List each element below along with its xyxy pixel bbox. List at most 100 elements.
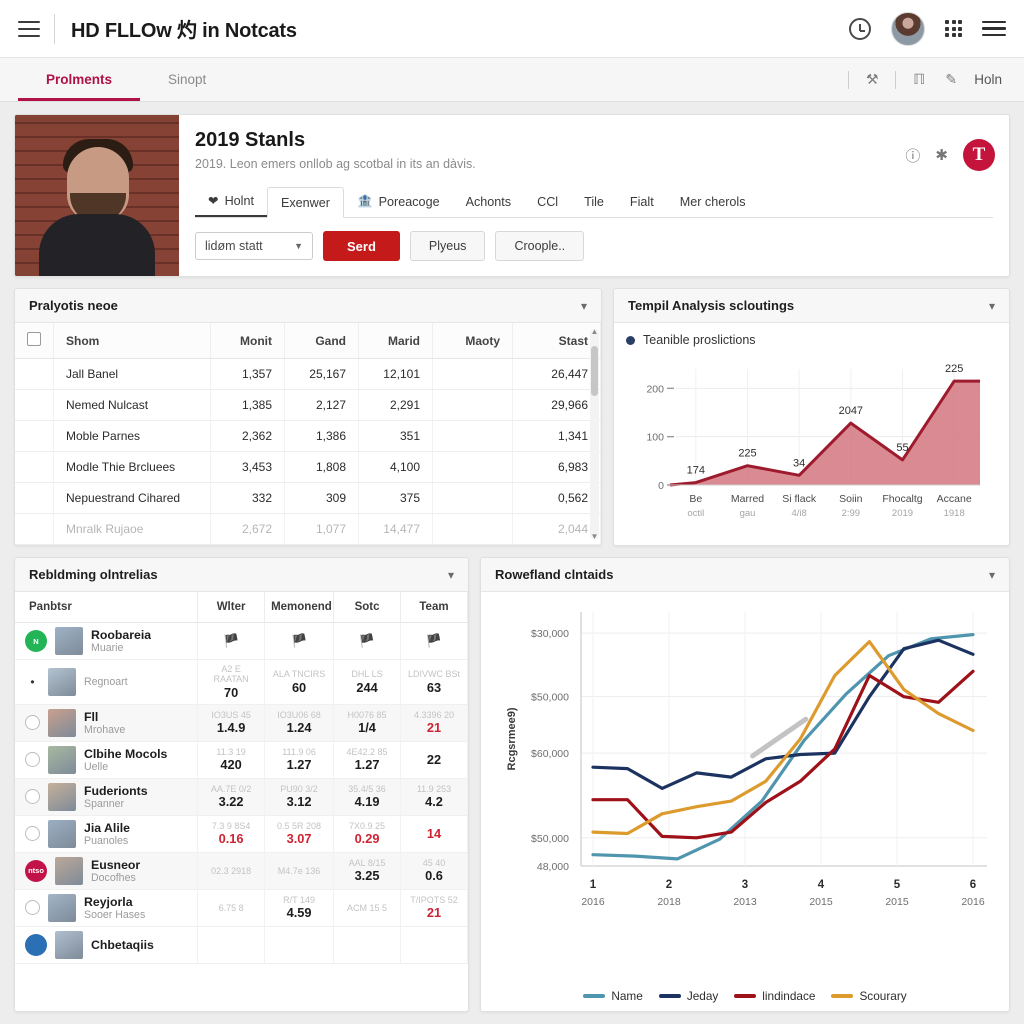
col-gand[interactable]: Gand — [284, 323, 359, 359]
legend-item-jeday[interactable]: Jeday — [658, 989, 718, 1003]
row-radio[interactable] — [25, 715, 40, 731]
metric-cell-2: 🏴 — [264, 622, 335, 660]
hero-tab-fialt[interactable]: Fialt — [617, 186, 667, 217]
table-row[interactable]: Moble Parnes 2,362 1,386 351 1,341 — [15, 420, 601, 452]
row-status-badge[interactable] — [25, 933, 47, 956]
col-stast[interactable]: Stast — [512, 323, 601, 359]
select-all-checkbox[interactable] — [27, 332, 41, 346]
cell-monit: 2,672 — [210, 513, 285, 545]
table-row[interactable]: Reyjorla Sooer Hases 6.75 8 R/T 149 4.59 ACM … — [15, 889, 468, 927]
legend-label: Scourary — [859, 989, 907, 1003]
select-all-header — [15, 323, 54, 359]
clock-icon[interactable] — [849, 17, 871, 40]
chevron-down-icon[interactable]: ▾ — [989, 568, 995, 582]
x-tick-label: 1 — [590, 879, 597, 891]
lines-chart-svg[interactable]: 48,000 $50,000 $60,000 $50,000 $30,000 Rcgsrm… — [489, 598, 1001, 920]
apps-grid-icon[interactable] — [945, 20, 962, 37]
metric-cell-3: H0076 85 1/4 — [333, 704, 401, 742]
legend-label: Teanible proslictions — [643, 333, 756, 347]
x-tick-sublabel: 2019 — [892, 508, 913, 519]
team-badge[interactable]: T — [963, 139, 995, 171]
table-row[interactable]: Nepuestrand Cihared 332 309 375 0,562 — [15, 482, 601, 514]
hero-tab-poreacoge[interactable]: 🏦 Poreacoge — [344, 186, 453, 217]
col-monit[interactable]: Monit — [210, 323, 285, 359]
rebuilding-table-scroll[interactable]: Panbtsr Wlter Memonend Sotc Team N Roobar… — [15, 592, 468, 1011]
send-button[interactable]: Serd — [323, 231, 400, 261]
col-wlter[interactable]: Wlter — [197, 592, 266, 623]
info-icon[interactable]: ⓘ — [905, 145, 920, 166]
hero-tab-ccl[interactable]: CCl — [524, 186, 571, 217]
table-row[interactable]: N Roobareia Muarie 🏴 🏴 🏴 🏴 — [15, 622, 468, 660]
scrollbar-thumb[interactable] — [591, 345, 598, 397]
cell-marid: 12,101 — [358, 358, 433, 390]
table-row[interactable]: • Regnoart A2 E RAATAN 70 ALA TNCIRS 60 DHL LS… — [15, 659, 468, 705]
plyeus-button[interactable]: Plyeus — [409, 231, 486, 261]
lines-chart-body: 48,000 $50,000 $60,000 $50,000 $30,000 Rcgsrm… — [481, 592, 1009, 986]
croople-button[interactable]: Croople.. — [495, 231, 585, 261]
row-radio[interactable] — [25, 752, 40, 768]
col-sotc[interactable]: Sotc — [333, 592, 401, 623]
table-row[interactable]: Fuderionts Spanner AA.7E 0/2 3.22 PU90 3/2 3.… — [15, 778, 468, 816]
row-radio[interactable] — [25, 789, 40, 805]
legend-item-lindindace[interactable]: lindindace — [734, 989, 815, 1003]
tab-prolments[interactable]: Prolments — [18, 58, 141, 101]
table-row[interactable]: Nemed Nulcast 1,385 2,127 2,291 29,966 — [15, 389, 601, 421]
legend-item-scourary[interactable]: Scourary — [831, 989, 907, 1003]
col-memonend[interactable]: Memonend — [264, 592, 335, 623]
area-chart-svg[interactable]: 0 100 200 174 225 34 2047 55 225 Be octil Marred gau… — [626, 347, 988, 537]
legend-item-name[interactable]: Name — [583, 989, 643, 1003]
row-status-badge[interactable]: N — [25, 630, 47, 652]
data-point-label: 225 — [738, 448, 756, 460]
scroll-down-icon[interactable]: ▼ — [590, 532, 599, 541]
area-chart-legend: Teanible proslictions — [626, 333, 997, 347]
row-radio[interactable] — [25, 900, 40, 916]
col-maoty[interactable]: Maoty — [432, 323, 513, 359]
filter-select[interactable]: lidøm statt ▼ — [195, 232, 313, 260]
asterisk-icon[interactable]: ✱ — [935, 146, 948, 164]
user-avatar[interactable] — [891, 11, 925, 46]
players-table-scrollbar[interactable]: ▲ ▼ — [590, 327, 599, 541]
chevron-down-icon[interactable]: ▾ — [448, 568, 454, 582]
table-row[interactable]: Jall Banel 1,357 25,167 12,101 26,447 — [15, 358, 601, 390]
chevron-down-icon[interactable]: ▾ — [989, 299, 995, 313]
metric-sublabel: 45 40 — [422, 858, 446, 869]
pin-icon[interactable]: ℿ — [910, 71, 928, 88]
wrench-icon[interactable]: ⚒ — [863, 71, 881, 88]
col-shom[interactable]: Shom — [53, 323, 211, 359]
tab-sinopt[interactable]: Sinopt — [140, 58, 234, 101]
col-team[interactable]: Team — [400, 592, 468, 623]
players-table-scroll[interactable]: Shom Monit Gand Marid Maoty Stast Jall B… — [15, 323, 601, 545]
col-panbtsr[interactable]: Panbtsr — [15, 592, 199, 623]
hero-tab-exenwer[interactable]: Exenwer — [266, 187, 344, 218]
more-menu-icon[interactable] — [982, 20, 1006, 37]
table-row[interactable]: Clbihe Mocols Uelle 11.3 19 420 111.9 06 1.27… — [15, 741, 468, 779]
x-tick-label: Soiin — [839, 493, 863, 505]
player-cell: Fll Mrohave — [15, 704, 199, 742]
row-radio[interactable] — [25, 826, 40, 842]
col-marid[interactable]: Marid — [358, 323, 433, 359]
hero-tab-tile[interactable]: Tile — [571, 186, 617, 217]
scroll-up-icon[interactable]: ▲ — [590, 327, 599, 336]
table-row[interactable]: Jia Alile Puanoles 7.3 9 8S4 0.16 0.5 5R 208… — [15, 815, 468, 853]
hero-tab-mer-cherols[interactable]: Mer cherols — [667, 186, 759, 217]
hero-tab-achonts[interactable]: Achonts — [453, 186, 525, 217]
table-row[interactable]: Mnralk Rujaoe 2,672 1,077 14,477 2,044 — [15, 513, 601, 545]
row-icon-cell — [15, 451, 54, 483]
table-row[interactable]: ntso Eusneor Docofhes 02.3 2918 M4.7e 136 AAL… — [15, 852, 468, 890]
hero-tab-holnt[interactable]: ❤ Holnt — [195, 186, 267, 217]
row-status-badge[interactable]: ntso — [25, 859, 47, 882]
player-photo — [15, 115, 179, 276]
metric-value: 4.2 — [425, 794, 443, 810]
tabstrip-help-label[interactable]: Holn — [974, 72, 1002, 87]
row-dot-icon: • — [30, 674, 35, 689]
metric-sublabel: 11.9 253 — [416, 784, 452, 795]
chevron-down-icon[interactable]: ▾ — [581, 299, 587, 313]
table-row[interactable]: Fll Mrohave IO3US 45 1.4.9 IO3U06 68 1.24 H007… — [15, 704, 468, 742]
table-row[interactable]: Chbetaqiis — [15, 926, 468, 964]
avatar — [55, 930, 83, 959]
pencil-icon[interactable]: ✎ — [942, 71, 960, 88]
primary-tabstrip: Prolments Sinopt ⚒ ℿ ✎ Holn — [0, 58, 1024, 102]
table-row[interactable]: Modle Thie Brcluees 3,453 1,808 4,100 6,… — [15, 451, 601, 483]
menu-hamburger-icon[interactable] — [18, 20, 40, 37]
avatar — [55, 627, 83, 655]
